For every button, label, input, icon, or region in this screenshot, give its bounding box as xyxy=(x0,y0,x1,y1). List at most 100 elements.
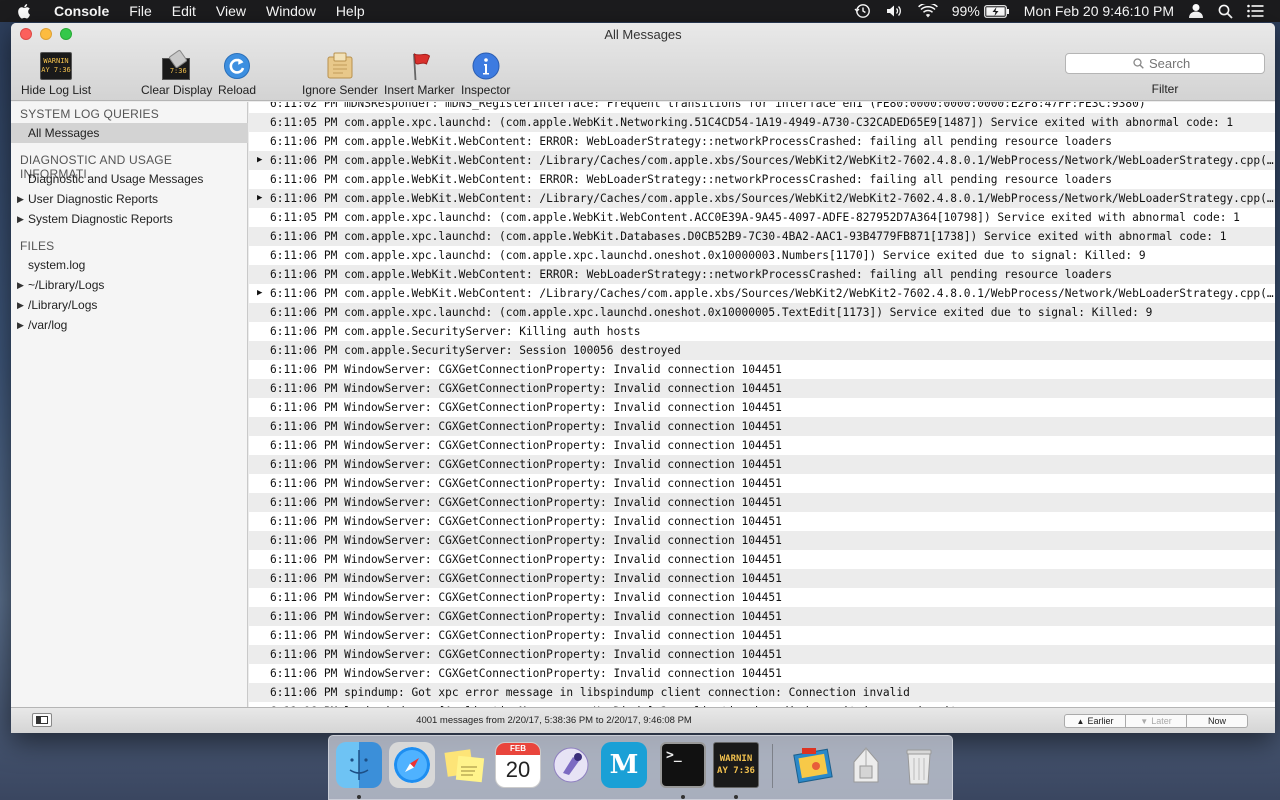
running-indicator xyxy=(357,795,361,799)
log-row[interactable]: 6:11:06 PM WindowServer: CGXGetConnectio… xyxy=(249,626,1275,645)
clock-datetime[interactable]: Mon Feb 20 9:46:10 PM xyxy=(1024,3,1174,19)
up-arrow-icon: ▲ xyxy=(1076,716,1085,726)
log-row[interactable]: 6:11:06 PM com.apple.xpc.launchd: (com.a… xyxy=(249,227,1275,246)
log-row[interactable]: 6:11:06 PM com.apple.xpc.launchd: (com.a… xyxy=(249,303,1275,322)
log-row[interactable]: ▶ 6:11:06 PM com.apple.WebKit.WebContent:… xyxy=(249,189,1275,208)
finder-icon[interactable] xyxy=(336,742,382,788)
log-row[interactable]: 6:11:06 PM WindowServer: CGXGetConnectio… xyxy=(249,607,1275,626)
stickies-icon[interactable] xyxy=(442,742,488,788)
disclosure-triangle-icon[interactable]: ▶ xyxy=(17,194,24,205)
log-row[interactable]: 6:11:06 PM com.apple.SecurityServer: Ses… xyxy=(249,341,1275,360)
disclosure-triangle-icon[interactable]: ▶ xyxy=(257,284,262,303)
user-icon[interactable] xyxy=(1188,3,1204,19)
inspector-button[interactable]: Inspector xyxy=(461,49,510,97)
icon-text-time: AY 7:36 xyxy=(41,65,71,74)
log-row[interactable]: 6:11:06 PM com.apple.WebKit.WebContent: … xyxy=(249,132,1275,151)
disclosure-triangle-icon[interactable]: ▶ xyxy=(17,320,24,331)
disclosure-triangle-icon[interactable]: ▶ xyxy=(17,280,24,291)
clear-display-button[interactable]: 7:36 Clear Display xyxy=(141,48,212,97)
calendar-icon[interactable]: FEB 20 xyxy=(495,742,541,788)
safari-icon[interactable] xyxy=(389,742,435,788)
log-row[interactable]: 6:11:06 PM WindowServer: CGXGetConnectio… xyxy=(249,569,1275,588)
notification-center-icon[interactable] xyxy=(1247,4,1264,18)
log-row[interactable]: 6:11:06 PM WindowServer: CGXGetConnectio… xyxy=(249,550,1275,569)
disclosure-triangle-icon[interactable]: ▶ xyxy=(257,151,262,170)
log-row[interactable]: 6:11:06 PM com.apple.WebKit.WebContent: … xyxy=(249,170,1275,189)
log-row[interactable]: 6:11:06 PM WindowServer: CGXGetConnectio… xyxy=(249,531,1275,550)
trash-icon[interactable] xyxy=(896,742,942,788)
now-button[interactable]: Now xyxy=(1187,714,1248,728)
log-row[interactable]: 6:11:06 PM com.apple.SecurityServer: Kil… xyxy=(249,322,1275,341)
console-window: All Messages WARNIN AY 7:36 Hide Log Lis… xyxy=(11,23,1275,733)
archive-utility-icon[interactable] xyxy=(843,742,889,788)
message-count-summary: 4001 messages from 2/20/17, 5:38:36 PM t… xyxy=(416,715,692,726)
reload-button[interactable]: Reload xyxy=(218,49,256,97)
later-button[interactable]: ▼ Later xyxy=(1126,714,1187,728)
search-icon xyxy=(1133,58,1144,69)
sidebar-item-system-diagnostic-reports[interactable]: ▶ System Diagnostic Reports xyxy=(11,209,248,229)
log-row[interactable]: ▶ 6:11:06 PM com.apple.WebKit.WebContent:… xyxy=(249,284,1275,303)
menu-app-console[interactable]: Console xyxy=(54,3,109,19)
menu-view[interactable]: View xyxy=(216,3,246,19)
log-row[interactable]: 6:11:02 PM mDNSResponder: mDNS_RegisterI… xyxy=(249,102,1275,113)
sidebar-item-system-log[interactable]: system.log xyxy=(11,255,248,275)
log-message-list[interactable]: 6:11:02 PM mDNSResponder: mDNS_RegisterI… xyxy=(249,102,1275,707)
volume-icon[interactable] xyxy=(886,4,904,18)
log-row[interactable]: 6:11:06 PM WindowServer: CGXGetConnectio… xyxy=(249,512,1275,531)
menu-file[interactable]: File xyxy=(129,3,152,19)
log-message-text: 6:11:06 PM com.apple.WebKit.WebContent: … xyxy=(270,135,1112,148)
sidebar-item-library-logs[interactable]: ▶ /Library/Logs xyxy=(11,295,248,315)
ignore-sender-button[interactable]: Ignore Sender xyxy=(302,49,378,97)
log-row[interactable]: 6:11:06 PM WindowServer: CGXGetConnectio… xyxy=(249,645,1275,664)
sidebar-item-user-library-logs[interactable]: ▶ ~/Library/Logs xyxy=(11,275,248,295)
log-row[interactable]: 6:11:06 PM WindowServer: CGXGetConnectio… xyxy=(249,398,1275,417)
log-row[interactable]: 6:11:06 PM WindowServer: CGXGetConnectio… xyxy=(249,588,1275,607)
filter-label: Filter xyxy=(1151,82,1179,96)
log-message-text: 6:11:06 PM com.apple.SecurityServer: Ses… xyxy=(270,344,681,357)
menu-edit[interactable]: Edit xyxy=(172,3,196,19)
menu-help[interactable]: Help xyxy=(336,3,365,19)
mindnode-icon[interactable]: M xyxy=(601,742,647,788)
wifi-icon[interactable] xyxy=(917,4,938,18)
spotlight-search-icon[interactable] xyxy=(1218,4,1233,19)
menu-window[interactable]: Window xyxy=(266,3,316,19)
log-row[interactable]: 6:11:06 PM WindowServer: CGXGetConnectio… xyxy=(249,664,1275,683)
log-row[interactable]: 6:11:06 PM com.apple.WebKit.WebContent: … xyxy=(249,265,1275,284)
sidebar-item-all-messages[interactable]: All Messages xyxy=(11,123,248,143)
marker-flag-icon xyxy=(402,49,436,82)
sidebar-item-user-diagnostic-reports[interactable]: ▶ User Diagnostic Reports xyxy=(11,189,248,209)
window-title: All Messages xyxy=(604,27,682,42)
earlier-button[interactable]: ▲ Earlier xyxy=(1064,714,1126,728)
section-system-log-queries: SYSTEM LOG QUERIES xyxy=(20,107,159,121)
ignore-sender-icon xyxy=(323,49,357,82)
log-row[interactable]: 6:11:05 PM com.apple.xpc.launchd: (com.a… xyxy=(249,113,1275,132)
preview-image-icon[interactable] xyxy=(790,742,836,788)
terminal-icon[interactable]: >_ xyxy=(660,742,706,788)
log-row[interactable]: 6:11:06 PM WindowServer: CGXGetConnectio… xyxy=(249,455,1275,474)
search-input[interactable] xyxy=(1149,56,1197,71)
disclosure-triangle-icon[interactable]: ▶ xyxy=(17,300,24,311)
log-row[interactable]: ▶ 6:11:06 PM com.apple.WebKit.WebContent:… xyxy=(249,151,1275,170)
log-row[interactable]: 6:11:06 PM WindowServer: CGXGetConnectio… xyxy=(249,360,1275,379)
disclosure-triangle-icon[interactable]: ▶ xyxy=(257,189,262,208)
log-row[interactable]: 6:11:06 PM com.apple.xpc.launchd: (com.a… xyxy=(249,246,1275,265)
time-machine-icon[interactable] xyxy=(854,3,872,19)
log-row[interactable]: 6:11:06 PM WindowServer: CGXGetConnectio… xyxy=(249,436,1275,455)
search-field[interactable] xyxy=(1065,53,1265,74)
console-icon[interactable]: WARNIN AY 7:36 xyxy=(713,742,759,788)
log-row[interactable]: 6:11:05 PM com.apple.xpc.launchd: (com.a… xyxy=(249,208,1275,227)
log-row[interactable]: 6:11:06 PM WindowServer: CGXGetConnectio… xyxy=(249,474,1275,493)
sidebar-item-var-log[interactable]: ▶ /var/log xyxy=(11,315,248,335)
hide-log-list-button[interactable]: WARNIN AY 7:36 Hide Log List xyxy=(21,49,91,97)
screenshot-path-icon[interactable] xyxy=(548,742,594,788)
battery-icon[interactable] xyxy=(983,4,1010,18)
log-row[interactable]: 6:11:06 PM spindump: Got xpc error messa… xyxy=(249,683,1275,702)
log-row[interactable]: 6:11:06 PM WindowServer: CGXGetConnectio… xyxy=(249,493,1275,512)
sidebar-item-diagnostic-usage-messages[interactable]: Diagnostic and Usage Messages xyxy=(11,169,248,189)
apple-menu-icon[interactable] xyxy=(17,3,35,19)
log-row[interactable]: 6:11:06 PM WindowServer: CGXGetConnectio… xyxy=(249,379,1275,398)
window-toolbar: All Messages WARNIN AY 7:36 Hide Log Lis… xyxy=(11,23,1275,101)
insert-marker-button[interactable]: Insert Marker xyxy=(384,49,455,97)
disclosure-triangle-icon[interactable]: ▶ xyxy=(17,214,24,225)
log-row[interactable]: 6:11:06 PM WindowServer: CGXGetConnectio… xyxy=(249,417,1275,436)
